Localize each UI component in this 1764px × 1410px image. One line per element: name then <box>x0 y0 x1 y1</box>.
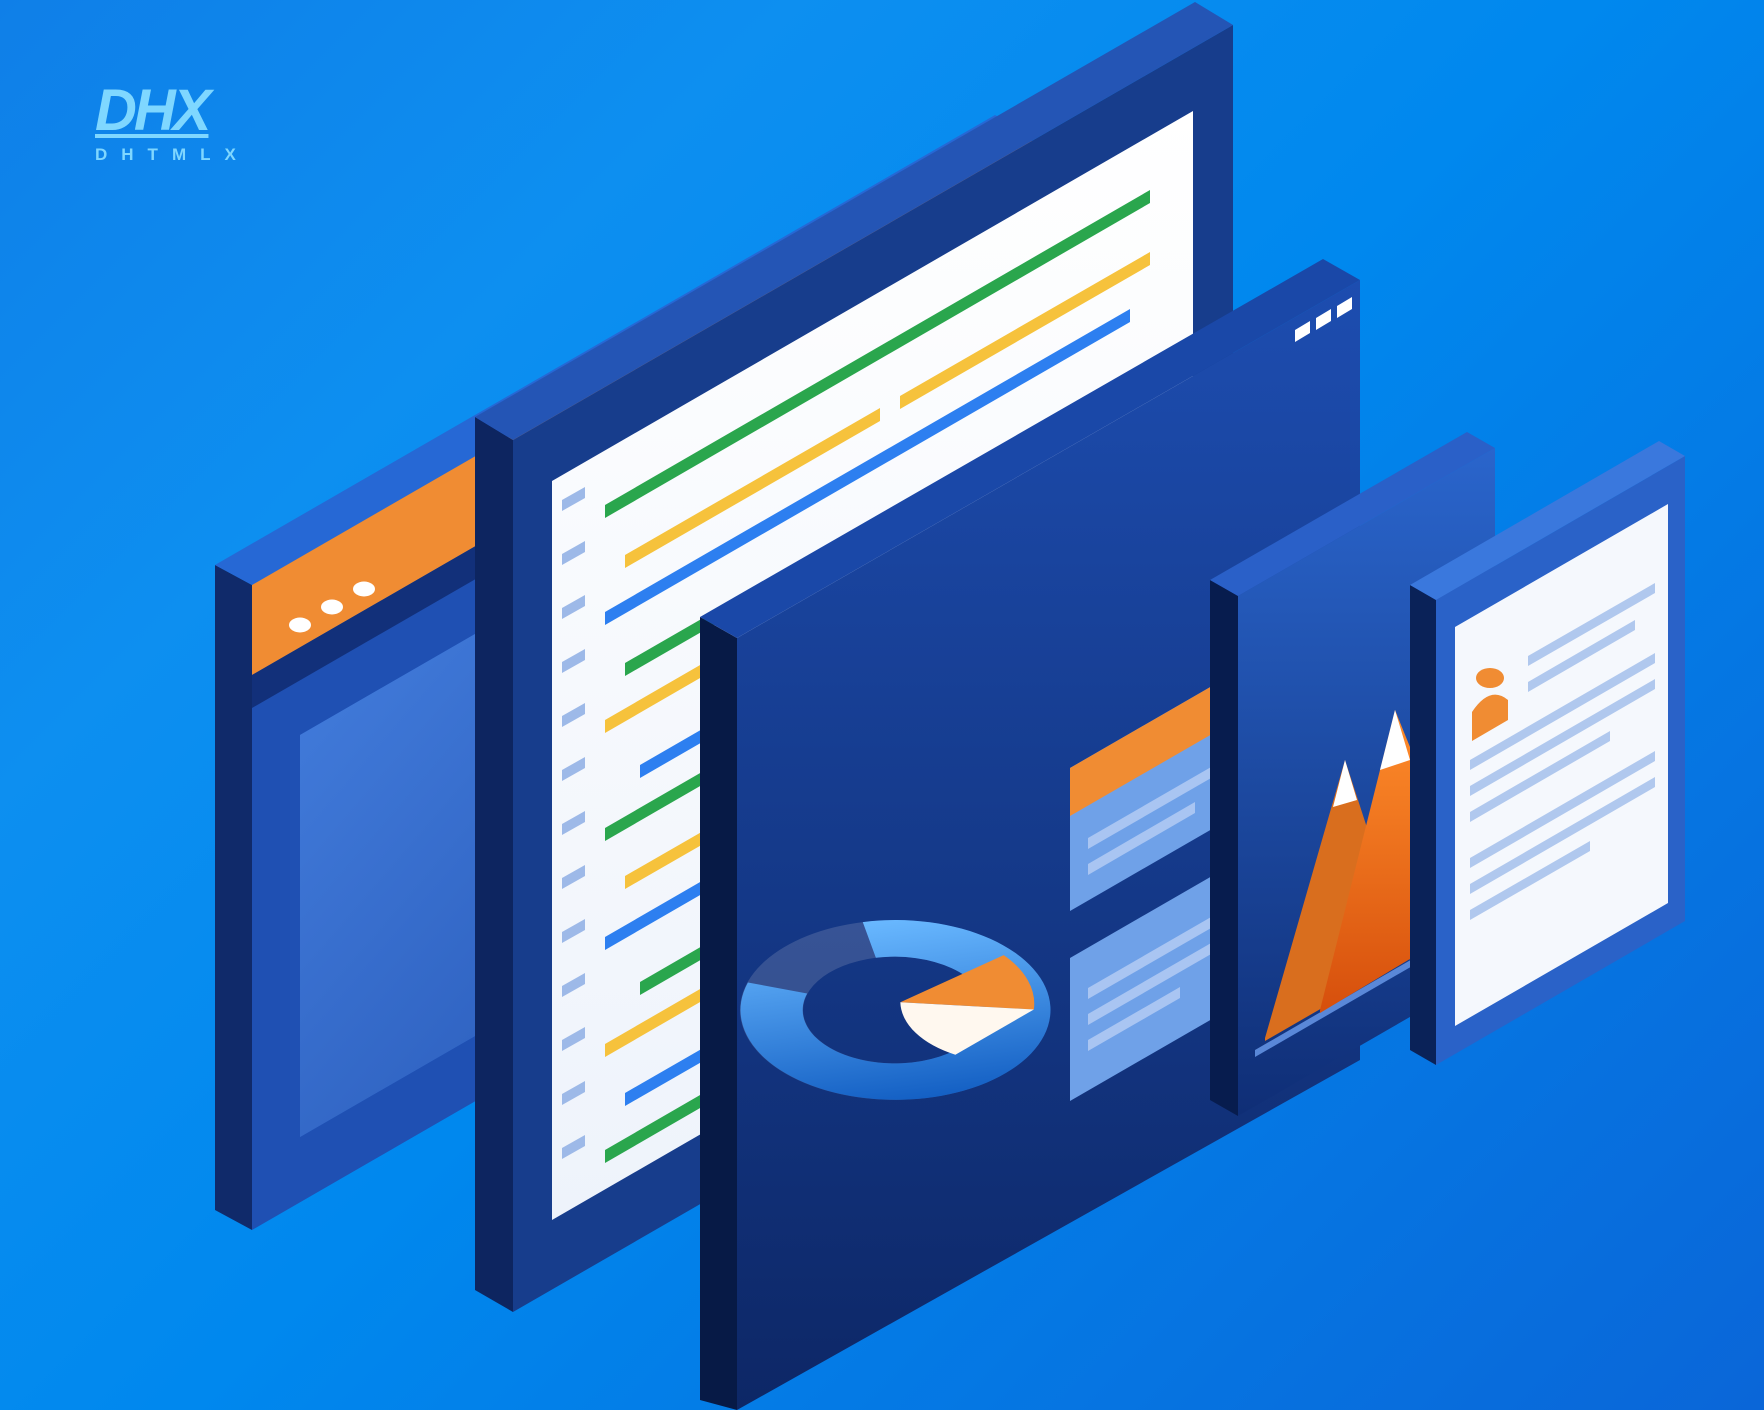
hero-illustration: DHX DHTMLX <box>0 0 1764 1410</box>
layered-panels-illustration <box>0 0 1764 1410</box>
